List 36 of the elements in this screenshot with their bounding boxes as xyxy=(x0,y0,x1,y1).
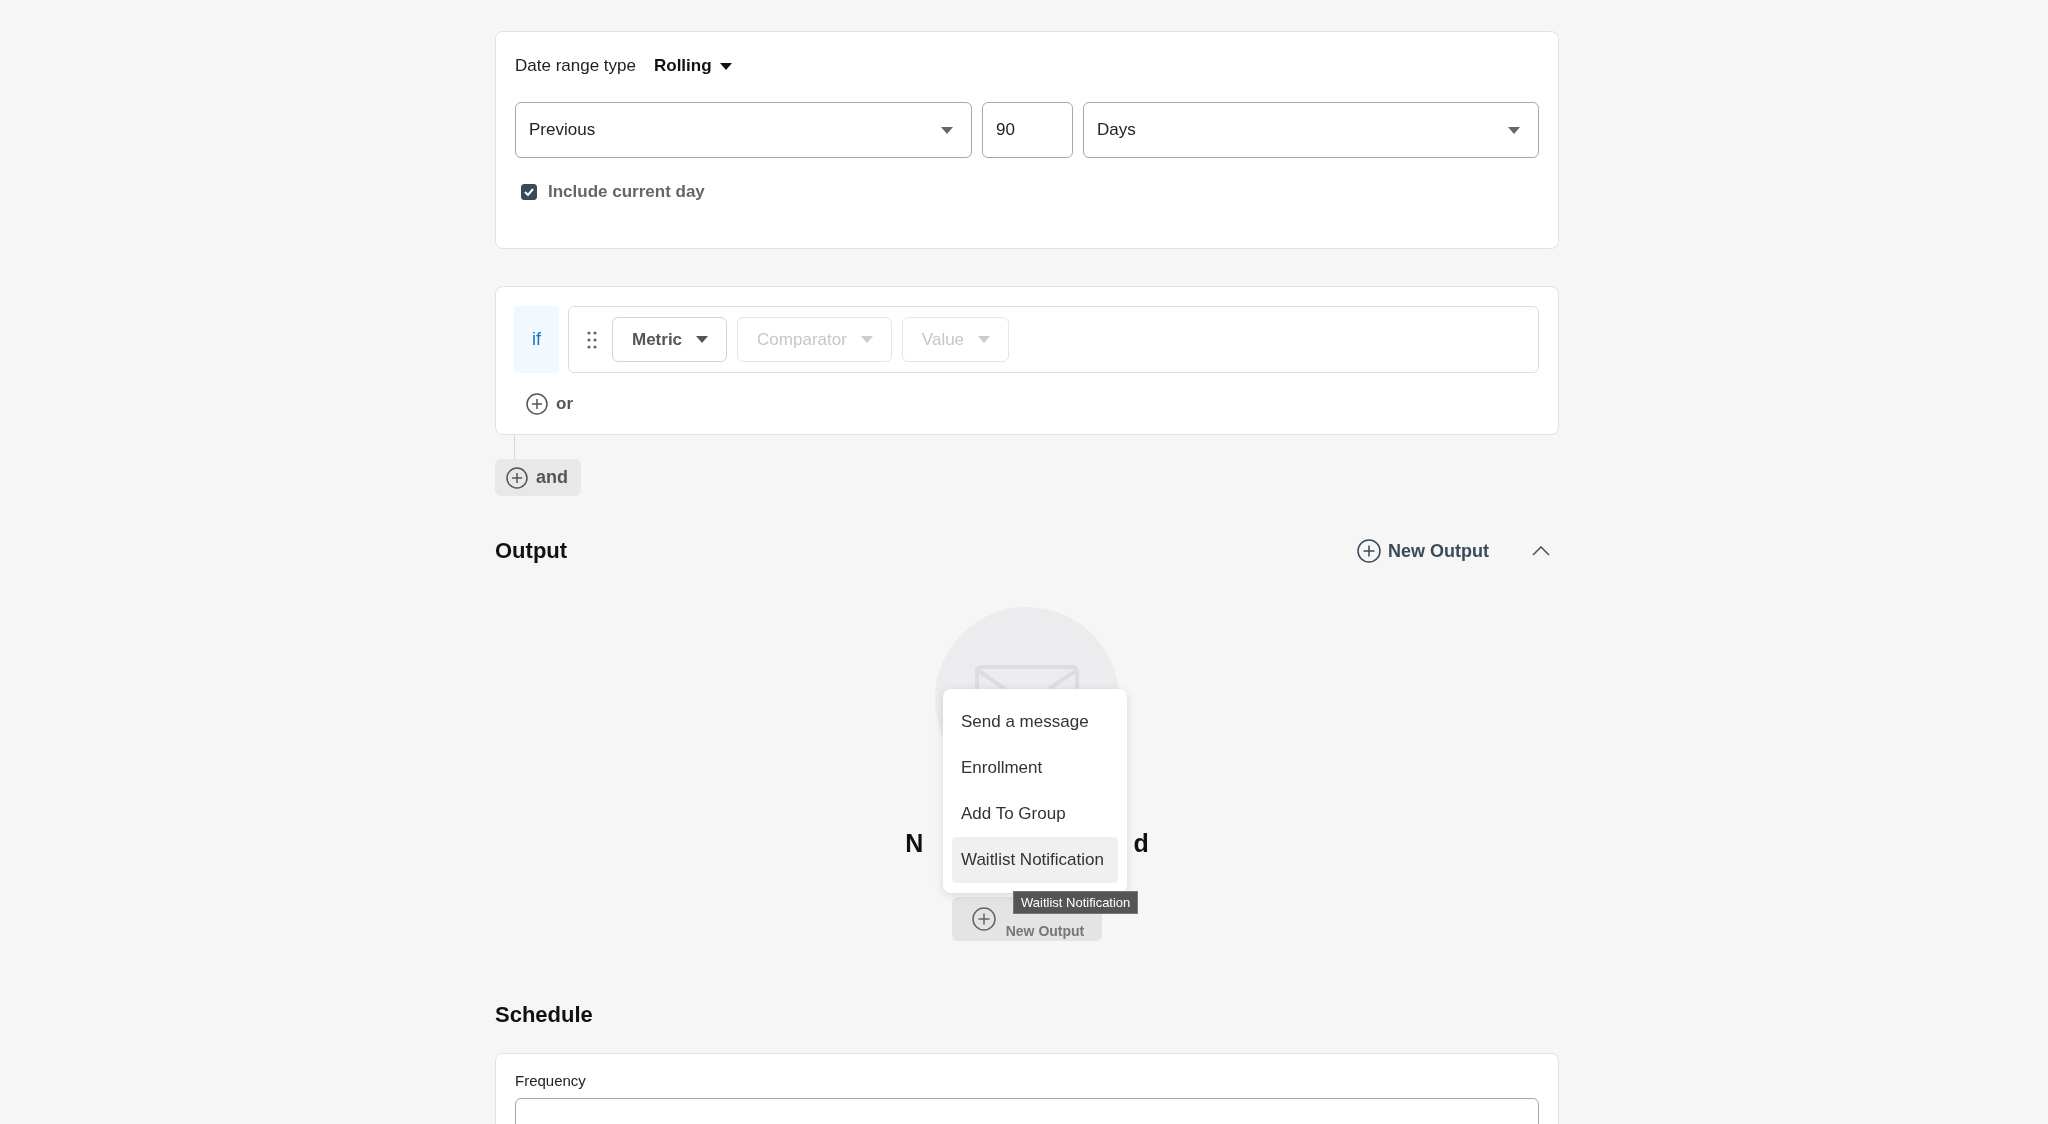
drag-handle-icon xyxy=(587,330,597,349)
plus-icon xyxy=(1357,539,1381,563)
chevron-up-icon[interactable] xyxy=(1532,546,1550,556)
tooltip: Waitlist Notification xyxy=(1013,891,1139,914)
unit-select[interactable]: Days xyxy=(1083,102,1539,158)
envelope-icon xyxy=(975,665,1079,689)
empty-state-title: N xyxy=(905,828,924,858)
or-button[interactable]: or xyxy=(526,392,573,416)
section-title: Schedule xyxy=(495,1001,594,1029)
if-label: if xyxy=(514,306,559,373)
date-range-label: Date range type xyxy=(515,56,636,76)
caret-icon xyxy=(941,126,953,134)
plus-icon xyxy=(506,466,528,489)
caret-icon xyxy=(978,336,991,343)
empty-state-title: d xyxy=(1133,828,1149,858)
filter-dropdown[interactable]: Metric xyxy=(612,317,728,362)
plus-icon xyxy=(971,907,996,931)
and-button[interactable]: and xyxy=(495,459,581,496)
frequency-label: Frequency xyxy=(515,1072,587,1089)
menu-item[interactable]: Enrollment xyxy=(952,745,1118,791)
section-title: Output xyxy=(495,537,568,565)
checkbox-label: Include current day xyxy=(548,182,705,202)
plus-icon xyxy=(526,393,548,415)
direction-select[interactable]: Previous xyxy=(515,102,972,158)
checkmark-icon xyxy=(524,188,534,196)
menu-item[interactable]: Add To Group xyxy=(952,791,1118,837)
menu-item[interactable]: Send a message xyxy=(952,699,1118,745)
caret-icon xyxy=(860,336,873,343)
date-range-type-dropdown[interactable]: Rolling xyxy=(653,56,732,76)
amount-field[interactable]: 90 xyxy=(982,102,1073,158)
caret-icon xyxy=(719,62,732,70)
menu-item[interactable]: Waitlist Notification xyxy=(952,837,1118,883)
new-output-button[interactable]: New Output xyxy=(1357,539,1489,563)
caret-icon xyxy=(696,336,709,343)
caret-icon xyxy=(1508,126,1520,134)
checkbox[interactable] xyxy=(521,184,537,200)
